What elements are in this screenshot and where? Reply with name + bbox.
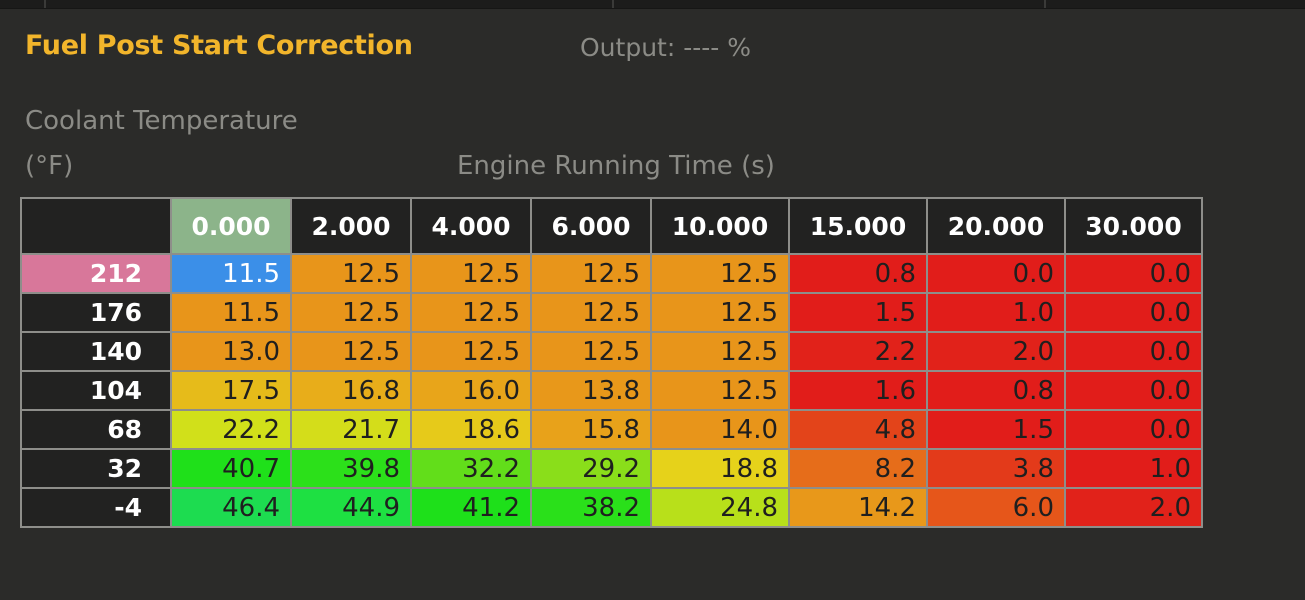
column-header[interactable]: 6.000 bbox=[530, 197, 652, 255]
table-corner bbox=[20, 197, 172, 255]
y-axis-label: Coolant Temperature bbox=[25, 106, 298, 136]
table-row: -4 46.4 44.9 41.2 38.2 24.8 14.2 6.0 2.0 bbox=[20, 487, 1203, 528]
table-cell[interactable]: 0.0 bbox=[1064, 292, 1203, 333]
table-cell[interactable]: 29.2 bbox=[530, 448, 652, 489]
table-cell[interactable]: 12.5 bbox=[530, 331, 652, 372]
table-cell[interactable]: 12.5 bbox=[650, 292, 790, 333]
table-cell[interactable]: 15.8 bbox=[530, 409, 652, 450]
tab-divider bbox=[612, 0, 614, 8]
row-header[interactable]: 32 bbox=[20, 448, 172, 489]
output-readout: Output: ---- % bbox=[580, 33, 751, 62]
column-header[interactable]: 10.000 bbox=[650, 197, 790, 255]
table-cell[interactable]: 41.2 bbox=[410, 487, 532, 528]
tab-divider bbox=[1044, 0, 1046, 8]
table-cell[interactable]: 2.0 bbox=[926, 331, 1066, 372]
column-header[interactable]: 20.000 bbox=[926, 197, 1066, 255]
output-label: Output: bbox=[580, 33, 676, 62]
table-cell[interactable]: 18.6 bbox=[410, 409, 532, 450]
table-row: 212 11.5 12.5 12.5 12.5 12.5 0.8 0.0 0.0 bbox=[20, 253, 1203, 294]
table-cell[interactable]: 46.4 bbox=[170, 487, 292, 528]
column-header[interactable]: 2.000 bbox=[290, 197, 412, 255]
table-cell[interactable]: 0.0 bbox=[926, 253, 1066, 294]
column-header[interactable]: 4.000 bbox=[410, 197, 532, 255]
table-cell[interactable]: 3.8 bbox=[926, 448, 1066, 489]
table-cell[interactable]: 24.8 bbox=[650, 487, 790, 528]
row-header[interactable]: 104 bbox=[20, 370, 172, 411]
table-cell[interactable]: 17.5 bbox=[170, 370, 292, 411]
table-cell[interactable]: 32.2 bbox=[410, 448, 532, 489]
table-cell[interactable]: 44.9 bbox=[290, 487, 412, 528]
table-row: 32 40.7 39.8 32.2 29.2 18.8 8.2 3.8 1.0 bbox=[20, 448, 1203, 489]
table-row: 104 17.5 16.8 16.0 13.8 12.5 1.6 0.8 0.0 bbox=[20, 370, 1203, 411]
x-axis-label: Engine Running Time (s) bbox=[457, 151, 775, 181]
row-header[interactable]: 68 bbox=[20, 409, 172, 450]
table-cell[interactable]: 12.5 bbox=[410, 253, 532, 294]
table-cell[interactable]: 0.8 bbox=[926, 370, 1066, 411]
table-cell[interactable]: 12.5 bbox=[650, 370, 790, 411]
table-cell[interactable]: 13.0 bbox=[170, 331, 292, 372]
table-cell[interactable]: 14.0 bbox=[650, 409, 790, 450]
table-cell[interactable]: 12.5 bbox=[530, 292, 652, 333]
table-cell[interactable]: 12.5 bbox=[410, 292, 532, 333]
table-cell[interactable]: 12.5 bbox=[290, 292, 412, 333]
table-cell[interactable]: 0.0 bbox=[1064, 331, 1203, 372]
output-unit: % bbox=[727, 33, 752, 62]
table-cell[interactable]: 2.2 bbox=[788, 331, 928, 372]
table-cell[interactable]: 13.8 bbox=[530, 370, 652, 411]
table-cell[interactable]: 1.5 bbox=[788, 292, 928, 333]
table-cell[interactable]: 0.0 bbox=[1064, 253, 1203, 294]
table-cell[interactable]: 1.6 bbox=[788, 370, 928, 411]
table-cell[interactable]: 16.8 bbox=[290, 370, 412, 411]
table-cell[interactable]: 8.2 bbox=[788, 448, 928, 489]
fuel-correction-table[interactable]: 0.000 2.000 4.000 6.000 10.000 15.000 20.000 30… bbox=[20, 197, 1203, 528]
table-row: 68 22.2 21.7 18.6 15.8 14.0 4.8 1.5 0.0 bbox=[20, 409, 1203, 450]
table-cell[interactable]: 14.2 bbox=[788, 487, 928, 528]
table-cell[interactable]: 1.0 bbox=[1064, 448, 1203, 489]
table-cell[interactable]: 0.0 bbox=[1064, 370, 1203, 411]
column-header[interactable]: 0.000 bbox=[170, 197, 292, 255]
table-cell[interactable]: 38.2 bbox=[530, 487, 652, 528]
table-cell[interactable]: 6.0 bbox=[926, 487, 1066, 528]
table-cell[interactable]: 12.5 bbox=[410, 331, 532, 372]
panel-title: Fuel Post Start Correction bbox=[25, 30, 413, 61]
row-header[interactable]: -4 bbox=[20, 487, 172, 528]
table-cell[interactable]: 2.0 bbox=[1064, 487, 1203, 528]
table-cell[interactable]: 12.5 bbox=[290, 331, 412, 372]
row-header[interactable]: 212 bbox=[20, 253, 172, 294]
column-header[interactable]: 15.000 bbox=[788, 197, 928, 255]
table-cell[interactable]: 12.5 bbox=[650, 331, 790, 372]
column-header[interactable]: 30.000 bbox=[1064, 197, 1203, 255]
table-cell[interactable]: 18.8 bbox=[650, 448, 790, 489]
table-cell[interactable]: 0.8 bbox=[788, 253, 928, 294]
table-row: 176 11.5 12.5 12.5 12.5 12.5 1.5 1.0 0.0 bbox=[20, 292, 1203, 333]
tab-divider bbox=[44, 0, 46, 8]
table-cell[interactable]: 21.7 bbox=[290, 409, 412, 450]
output-value: ---- bbox=[683, 33, 720, 62]
tab-strip bbox=[0, 0, 1305, 9]
table-row: 140 13.0 12.5 12.5 12.5 12.5 2.2 2.0 0.0 bbox=[20, 331, 1203, 372]
table-cell[interactable]: 0.0 bbox=[1064, 409, 1203, 450]
table-cell[interactable]: 1.5 bbox=[926, 409, 1066, 450]
column-header-row: 0.000 2.000 4.000 6.000 10.000 15.000 20.000 30… bbox=[20, 197, 1203, 255]
table-cell[interactable]: 12.5 bbox=[290, 253, 412, 294]
row-header[interactable]: 140 bbox=[20, 331, 172, 372]
table-cell[interactable]: 1.0 bbox=[926, 292, 1066, 333]
table-cell[interactable]: 40.7 bbox=[170, 448, 292, 489]
table-cell[interactable]: 12.5 bbox=[650, 253, 790, 294]
table-cell[interactable]: 4.8 bbox=[788, 409, 928, 450]
y-axis-unit: (°F) bbox=[25, 151, 74, 181]
table-cell[interactable]: 11.5 bbox=[170, 253, 292, 294]
table-cell[interactable]: 12.5 bbox=[530, 253, 652, 294]
table-cell[interactable]: 16.0 bbox=[410, 370, 532, 411]
table-cell[interactable]: 39.8 bbox=[290, 448, 412, 489]
row-header[interactable]: 176 bbox=[20, 292, 172, 333]
table-cell[interactable]: 22.2 bbox=[170, 409, 292, 450]
table-cell[interactable]: 11.5 bbox=[170, 292, 292, 333]
